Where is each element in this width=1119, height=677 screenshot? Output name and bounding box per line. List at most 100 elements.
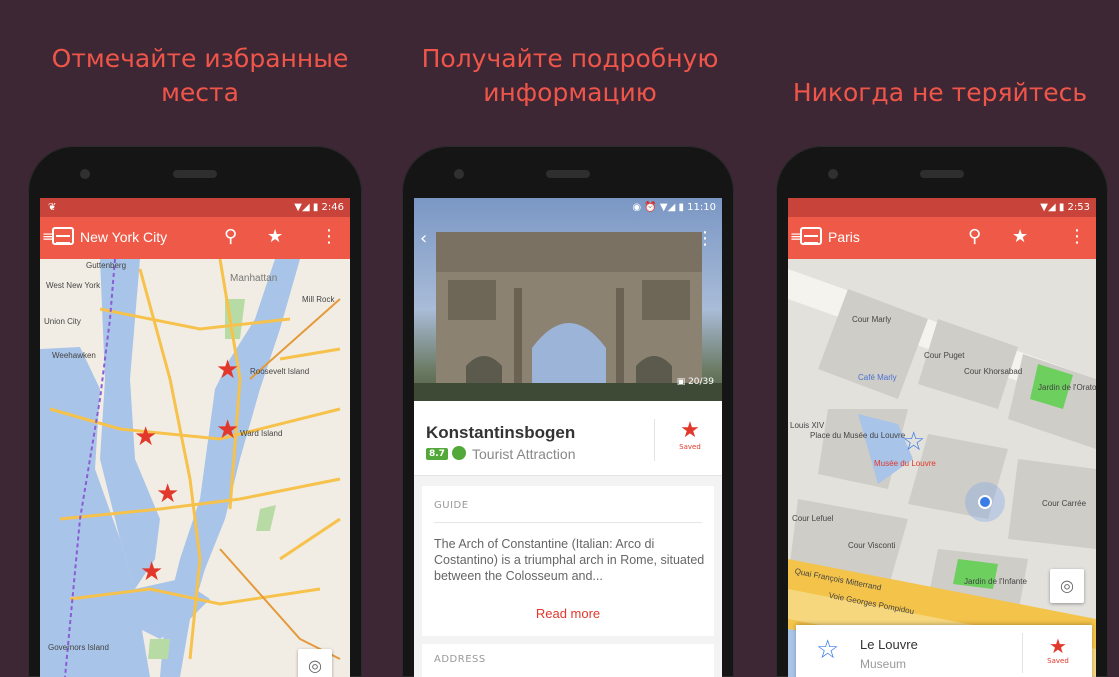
front-camera bbox=[454, 169, 464, 179]
app-logo-icon bbox=[52, 227, 74, 245]
saved-place-marker[interactable]: ★ bbox=[216, 417, 239, 443]
front-camera bbox=[80, 169, 90, 179]
place-photo[interactable]: ◉ ⏰ ▼◢ ▮ 11:10 ‹ ⋮ ▣ 20/39 bbox=[414, 198, 722, 401]
more-vert-icon[interactable]: ⋮ bbox=[1068, 227, 1086, 247]
app-logo-icon bbox=[800, 227, 822, 245]
place-card-title: Le Louvre bbox=[860, 637, 918, 652]
search-icon[interactable]: ⚲ bbox=[968, 227, 981, 247]
category-label: Tourist Attraction bbox=[472, 446, 576, 462]
camera-icon: ▣ bbox=[676, 377, 689, 387]
city-title[interactable]: New York City bbox=[80, 229, 167, 245]
map-label: Manhattan bbox=[230, 273, 278, 284]
more-vert-icon[interactable]: ⋮ bbox=[320, 227, 338, 247]
map-label: Cour Visconti bbox=[848, 541, 896, 550]
saved-label: Saved bbox=[1047, 657, 1069, 665]
attraction-icon bbox=[452, 446, 466, 460]
my-location-icon[interactable]: ◎ bbox=[1050, 569, 1084, 603]
search-icon[interactable]: ⚲ bbox=[224, 227, 237, 247]
map-label: Cour Lefuel bbox=[792, 514, 834, 523]
signal-icons: ▼◢ ▮ bbox=[1040, 202, 1068, 213]
map-label: Governors Island bbox=[48, 643, 109, 652]
earpiece bbox=[920, 170, 964, 178]
map-label: Place du Musée du Louvre bbox=[810, 431, 906, 440]
map-canvas bbox=[788, 259, 1096, 677]
map-canvas bbox=[40, 259, 350, 677]
map-label: Mill Rock bbox=[302, 295, 335, 304]
place-card[interactable]: ☆ Le Louvre Museum ★ Saved bbox=[796, 625, 1092, 677]
status-bar: ▼◢ ▮ 2:53 bbox=[788, 198, 1096, 217]
star-outline-icon[interactable]: ☆ bbox=[902, 429, 925, 455]
heading-right: Никогда не теряйтесь bbox=[792, 78, 1088, 107]
phone-nyc: ❦ ▼◢ ▮ 2:46 ≡ New York City ⚲ ★ ⋮ Gutten… bbox=[28, 146, 362, 677]
status-icons: ◉ ⏰ ▼◢ ▮ bbox=[632, 202, 688, 213]
heading-left: Отмечайте избранные места bbox=[51, 44, 349, 107]
status-time: 2:53 bbox=[1067, 202, 1090, 213]
my-location-icon[interactable]: ◎ bbox=[298, 649, 332, 677]
star-icon: ★ bbox=[1049, 634, 1067, 658]
map-label: Roosevelt Island bbox=[250, 367, 310, 376]
rating-badge: 8.7 bbox=[426, 448, 448, 460]
map-label: Jardin de l'Oratoire bbox=[1038, 383, 1096, 392]
place-header: Konstantinsbogen 8.7 Tourist Attraction … bbox=[414, 401, 722, 476]
back-arrow-icon[interactable]: ‹ bbox=[420, 228, 427, 249]
toolbar: ≡ Paris ⚲ ★ ⋮ bbox=[788, 217, 1096, 259]
screen: ❦ ▼◢ ▮ 2:46 ≡ New York City ⚲ ★ ⋮ Gutten… bbox=[40, 198, 350, 677]
save-button[interactable]: ★ Saved bbox=[1034, 635, 1082, 665]
saved-place-marker[interactable]: ★ bbox=[134, 424, 157, 450]
guide-card: GUIDE The Arch of Constantine (Italian: … bbox=[422, 486, 714, 636]
read-more-link[interactable]: Read more bbox=[422, 606, 714, 621]
map-label: Musée du Louvre bbox=[874, 459, 936, 468]
star-icon[interactable]: ★ bbox=[267, 227, 283, 247]
map-label: Cour Marly bbox=[852, 315, 892, 324]
guide-divider bbox=[434, 522, 702, 523]
saved-label: Saved bbox=[679, 443, 701, 451]
more-vert-icon[interactable]: ⋮ bbox=[696, 228, 714, 249]
saved-place-marker[interactable]: ★ bbox=[140, 559, 163, 585]
map-label: Cour Khorsabad bbox=[964, 367, 1023, 376]
divider bbox=[654, 419, 655, 461]
guide-description: The Arch of Constantine (Italian: Arco d… bbox=[434, 537, 705, 583]
map-label: Cour Carrée bbox=[1042, 499, 1087, 508]
photo-counter-value: 20/39 bbox=[688, 377, 714, 387]
screen: ◉ ⏰ ▼◢ ▮ 11:10 ‹ ⋮ ▣ 20/39 Konstantinsbo… bbox=[414, 198, 722, 677]
star-icon: ★ bbox=[680, 418, 700, 443]
screen: ▼◢ ▮ 2:53 ≡ Paris ⚲ ★ ⋮ Cour Marly Cour … bbox=[788, 198, 1096, 677]
map-label: Union City bbox=[44, 317, 81, 326]
toolbar: ≡ New York City ⚲ ★ ⋮ bbox=[40, 217, 350, 259]
arch-photo-drawing bbox=[414, 232, 722, 401]
city-title[interactable]: Paris bbox=[828, 229, 860, 245]
map-label: West New York bbox=[46, 281, 101, 290]
saved-place-marker[interactable]: ★ bbox=[156, 481, 179, 507]
star-icon[interactable]: ★ bbox=[1012, 227, 1028, 247]
guide-heading: GUIDE bbox=[434, 500, 469, 511]
photo-counter: ▣ 20/39 bbox=[677, 377, 714, 387]
place-card-subtitle: Museum bbox=[860, 657, 907, 671]
front-camera bbox=[828, 169, 838, 179]
app-notification-icon: ❦ bbox=[48, 202, 57, 213]
map-label: Cour Puget bbox=[924, 351, 965, 360]
status-time: 11:10 bbox=[687, 202, 716, 213]
details-body: GUIDE The Arch of Constantine (Italian: … bbox=[414, 476, 722, 677]
status-bar: ❦ ▼◢ ▮ 2:46 bbox=[40, 198, 350, 217]
earpiece bbox=[173, 170, 217, 178]
saved-place-marker[interactable]: ★ bbox=[216, 357, 239, 383]
map-label: Weehawken bbox=[52, 351, 96, 360]
map-view[interactable]: Cour Marly Cour Puget Café Marly Cour Kh… bbox=[788, 259, 1096, 677]
phone-detail: ◉ ⏰ ▼◢ ▮ 11:10 ‹ ⋮ ▣ 20/39 Konstantinsbo… bbox=[402, 146, 734, 677]
map-label: Louis XIV bbox=[790, 421, 825, 430]
address-heading: ADDRESS bbox=[434, 654, 486, 665]
signal-icons: ▼◢ ▮ bbox=[294, 202, 322, 213]
map-label: Guttenberg bbox=[86, 261, 127, 270]
card-divider bbox=[1022, 633, 1023, 673]
status-time: 2:46 bbox=[321, 202, 344, 213]
heading-middle: Получайте подробную информацию bbox=[421, 44, 719, 107]
map-view[interactable]: Guttenberg West New York Manhattan Mill … bbox=[40, 259, 350, 677]
map-label: Ward Island bbox=[240, 429, 283, 438]
place-name: Konstantinsbogen bbox=[426, 423, 576, 442]
star-outline-icon: ☆ bbox=[816, 635, 840, 665]
map-label: Café Marly bbox=[858, 373, 897, 382]
save-button[interactable]: ★ Saved bbox=[666, 418, 714, 452]
map-label: Jardin de l'Infante bbox=[964, 577, 1027, 586]
status-bar: ◉ ⏰ ▼◢ ▮ 11:10 bbox=[414, 198, 722, 217]
phone-paris: ▼◢ ▮ 2:53 ≡ Paris ⚲ ★ ⋮ Cour Marly Cour … bbox=[776, 146, 1108, 677]
